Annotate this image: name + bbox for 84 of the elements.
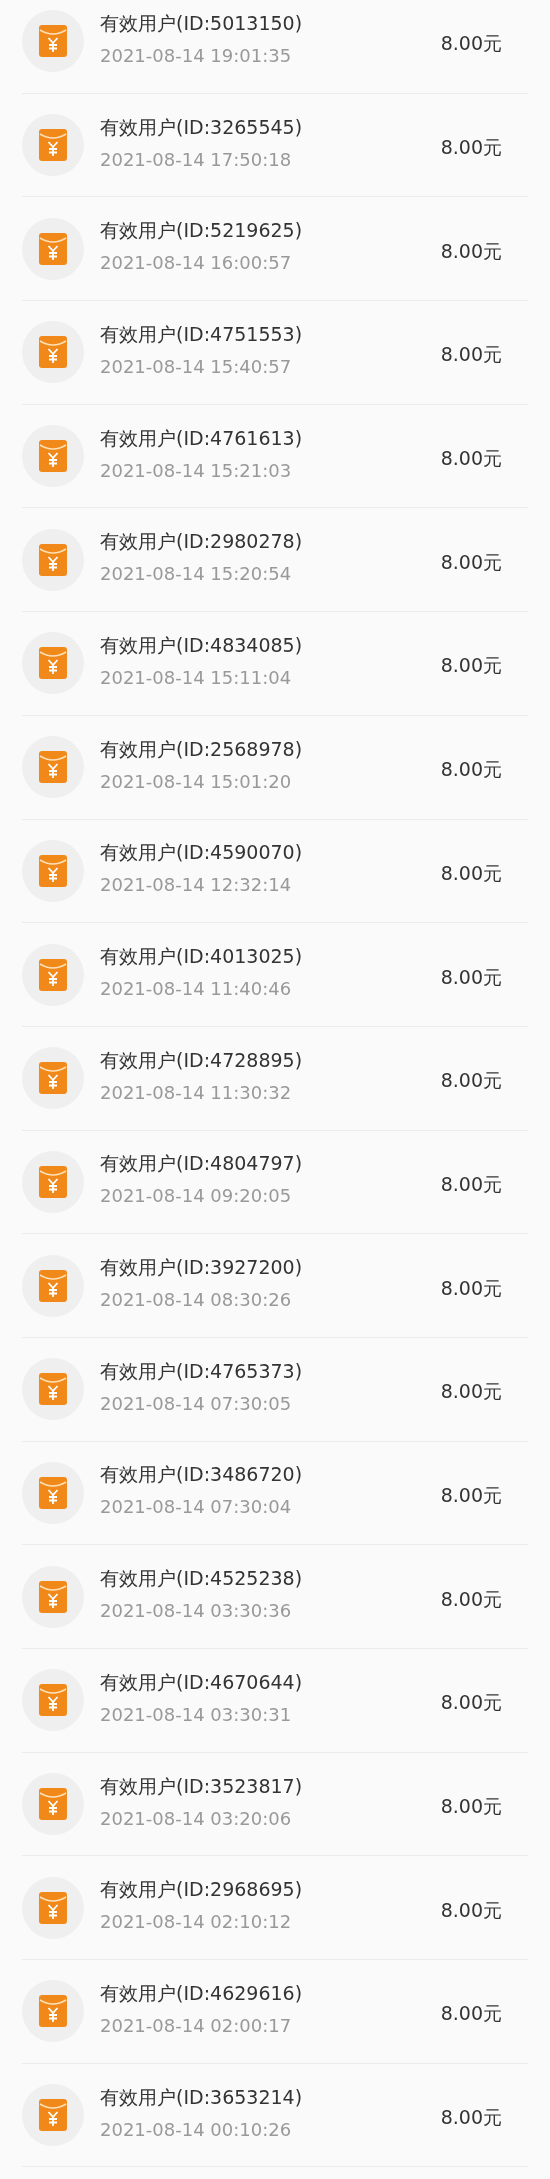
envelope-icon [39,854,67,887]
record-amount: 8.00元 [440,1379,502,1405]
record-time: 2021-08-14 12:32:14 [100,874,293,896]
record-time: 2021-08-14 03:30:36 [100,1600,293,1622]
record-time: 2021-08-14 15:01:20 [100,770,293,792]
record-amount: 8.00元 [440,549,502,575]
record-time: 2021-08-14 08:30:26 [100,1289,293,1311]
envelope-icon [39,1788,67,1821]
record-amount: 8.00元 [440,653,502,679]
record-amount: 8.00元 [440,135,502,161]
record-title: 有效用户(ID:4751553) [100,321,304,347]
record-time: 2021-08-14 03:20:06 [100,1807,293,1829]
record-amount: 8.00元 [440,238,502,264]
envelope-icon [39,232,67,265]
record-title: 有效用户(ID:3486720) [100,1462,304,1488]
record-time: 2021-08-14 07:30:05 [100,1392,293,1414]
record-amount: 8.00元 [440,1586,502,1612]
envelope-icon [39,25,67,58]
record-title: 有效用户(ID:4525238) [100,1566,304,1592]
record-time: 2021-08-14 11:40:46 [100,978,293,1000]
record-amount: 8.00元 [440,31,502,57]
envelope-icon [39,1476,67,1509]
envelope-icon [39,751,67,784]
record-amount: 8.00元 [440,1690,502,1716]
record-title: 有效用户(ID:3927200) [100,1255,304,1281]
record-time: 2021-08-14 15:11:04 [100,666,293,688]
record-amount: 8.00元 [440,757,502,783]
record-time: 2021-08-14 11:30:32 [100,1081,293,1103]
record-amount: 8.00元 [440,860,502,886]
record-amount: 8.00元 [440,1897,502,1923]
record-title: 有效用户(ID:4013025) [100,944,304,970]
envelope-icon [39,1995,67,2028]
envelope-icon [39,543,67,576]
record-title: 有效用户(ID:4834085) [100,632,304,658]
record-amount: 8.00元 [440,446,502,472]
record-title: 有效用户(ID:3523817) [100,1773,304,1799]
envelope-icon [39,958,67,991]
record-title: 有效用户(ID:4590070) [100,840,304,866]
record-amount: 8.00元 [440,964,502,990]
record-title: 有效用户(ID:4761613) [100,425,304,451]
envelope-icon [39,1062,67,1095]
record-title: 有效用户(ID:2568978) [100,736,304,762]
record-time: 2021-08-14 00:10:26 [100,2118,293,2140]
record-amount: 8.00元 [440,2001,502,2027]
record-title: 有效用户(ID:5219625) [100,218,304,244]
record-time: 2021-08-14 15:20:54 [100,563,293,585]
record-amount: 8.00元 [440,1482,502,1508]
record-title: 有效用户(ID:3265545) [100,114,304,140]
envelope-icon [39,1580,67,1613]
envelope-icon [39,1891,67,1924]
record-title: 有效用户(ID:4670644) [100,1669,304,1695]
record-time: 2021-08-14 17:50:18 [100,148,293,170]
record-title: 有效用户(ID:4629616) [100,1980,304,2006]
record-title: 有效用户(ID:2980278) [100,529,304,555]
record-title: 有效用户(ID:4728895) [100,1047,304,1073]
record-title: 有效用户(ID:4765373) [100,1358,304,1384]
record-amount: 8.00元 [440,1794,502,1820]
record-time: 2021-08-14 03:30:31 [100,1703,293,1725]
envelope-icon [39,1684,67,1717]
envelope-icon [39,129,67,162]
record-amount: 8.00元 [440,342,502,368]
record-time: 2021-08-14 19:01:35 [100,44,293,66]
record-time: 2021-08-14 07:30:04 [100,1496,293,1518]
record-time: 2021-08-14 16:00:57 [100,252,293,274]
envelope-icon [39,1373,67,1406]
record-amount: 8.00元 [440,1171,502,1197]
envelope-icon [39,2099,67,2132]
record-title: 有效用户(ID:3653214) [100,2084,304,2110]
record-time: 2021-08-14 09:20:05 [100,1185,293,1207]
envelope-icon [39,1165,67,1198]
record-amount: 8.00元 [440,2105,502,2131]
record-amount: 8.00元 [440,1068,502,1094]
record-title: 有效用户(ID:4804797) [100,1151,304,1177]
record-time: 2021-08-14 02:00:17 [100,2014,293,2036]
envelope-icon [39,336,67,369]
record-amount: 8.00元 [440,1275,502,1301]
record-title: 有效用户(ID:2968695) [100,1877,304,1903]
envelope-icon [39,647,67,680]
record-time: 2021-08-14 15:21:03 [100,459,293,481]
envelope-icon [39,440,67,473]
record-time: 2021-08-14 15:40:57 [100,355,293,377]
record-time: 2021-08-14 02:10:12 [100,1911,293,1933]
envelope-icon [39,1269,67,1302]
record-title: 有效用户(ID:5013150) [100,10,304,36]
